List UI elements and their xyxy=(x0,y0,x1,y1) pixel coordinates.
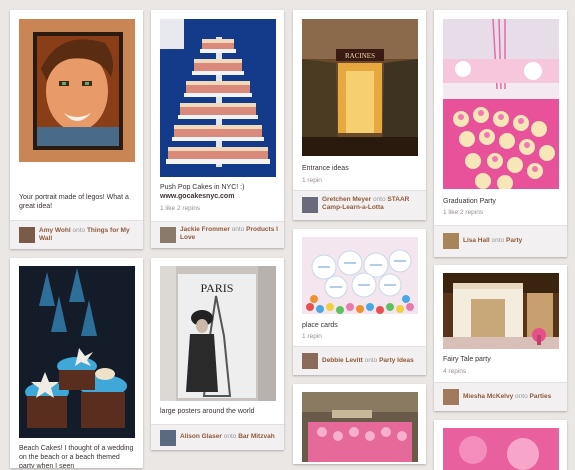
paris-poster-text: PARIS xyxy=(201,281,234,295)
pin-description: place cards xyxy=(302,322,338,329)
onto-label: onto xyxy=(223,433,237,440)
pin-image[interactable] xyxy=(443,273,559,349)
pin-stats: 1 repin xyxy=(302,333,322,340)
pinner-name[interactable]: Alison Glaser xyxy=(180,433,222,440)
entrance-image: RACINES xyxy=(302,19,418,156)
pin-description: large posters around the world xyxy=(160,408,255,415)
pin-image[interactable] xyxy=(302,392,418,462)
beach-cupcakes-image xyxy=(19,266,135,438)
pin-image[interactable]: PARIS xyxy=(160,266,276,401)
pin-stats: 1 like 2 repins xyxy=(443,209,484,216)
candy-place-cards-image xyxy=(302,237,418,314)
pin-description: Beach Cakes! I thought of a wedding on t… xyxy=(19,445,134,468)
pink-flowers-image xyxy=(443,428,559,470)
pin-image[interactable] xyxy=(19,266,135,438)
avatar[interactable] xyxy=(443,389,459,405)
pin-card[interactable]: Your portrait made of legos! What a grea… xyxy=(10,10,143,249)
onto-label: onto xyxy=(491,237,505,244)
pin-description: Graduation Party xyxy=(443,198,496,205)
pin-attribution[interactable]: Miesha McKelvy onto Parties xyxy=(434,382,567,411)
onto-label: onto xyxy=(515,393,528,400)
pin-card[interactable]: Beach Cakes! I thought of a wedding on t… xyxy=(10,258,143,468)
pin-attribution[interactable]: Amy Wohl onto Things for My Wall xyxy=(10,220,143,249)
onto-label: onto xyxy=(372,196,386,203)
pin-description: Entrance ideas xyxy=(302,165,349,172)
board-name[interactable]: Parties xyxy=(530,393,552,400)
pinner-name[interactable]: Lisa Hall xyxy=(463,237,490,244)
avatar[interactable] xyxy=(302,197,318,213)
pin-stats: 4 repins xyxy=(443,368,467,375)
avatar[interactable] xyxy=(443,233,459,249)
pin-image[interactable]: RACINES xyxy=(302,19,418,156)
pin-image[interactable] xyxy=(302,237,418,314)
onto-label: onto xyxy=(364,357,378,364)
pin-image[interactable] xyxy=(443,19,559,189)
pin-card[interactable]: Push Pop Cakes in NYC! :) www.gocakesnyc… xyxy=(151,10,284,248)
lego-portrait-image xyxy=(19,19,135,162)
pin-description: Your portrait made of legos! What a grea… xyxy=(19,194,129,210)
pin-attribution[interactable]: Jackie Frommer onto Products I Love xyxy=(151,221,284,248)
pin-card[interactable]: RACINES Entrance ideas 1 repin Gretchen … xyxy=(293,10,426,220)
pin-stats: 1 like 2 repins xyxy=(160,205,201,212)
cake-tower-image xyxy=(160,19,276,177)
fairy-tale-party-image xyxy=(443,273,559,349)
avatar[interactable] xyxy=(160,227,176,243)
pinner-name[interactable]: Jackie Frommer xyxy=(180,226,230,233)
pin-card[interactable] xyxy=(293,384,426,464)
board-name[interactable]: Party Ideas xyxy=(379,357,414,364)
onto-label: onto xyxy=(231,226,245,233)
pinner-name[interactable]: Gretchen Meyer xyxy=(322,196,371,203)
pin-card[interactable]: PARIS large posters around the world Ali… xyxy=(151,258,284,450)
pin-description: Fairy Tale party xyxy=(443,356,491,363)
pink-table-image xyxy=(302,392,418,462)
pin-stats: 1 repin xyxy=(302,177,322,184)
pinner-name[interactable]: Miesha McKelvy xyxy=(463,393,513,400)
board-name[interactable]: Bar Mitzvah xyxy=(238,433,274,440)
pin-image[interactable] xyxy=(19,19,135,162)
paris-poster-image: PARIS xyxy=(160,266,276,401)
pin-attribution[interactable]: Lisa Hall onto Party xyxy=(434,225,567,257)
pinner-name[interactable]: Amy Wohl xyxy=(39,227,71,234)
pin-attribution[interactable]: Debbie Levitt onto Party Ideas xyxy=(293,346,426,375)
avatar[interactable] xyxy=(160,430,176,446)
pin-url[interactable]: www.gocakesnyc.com xyxy=(160,192,276,201)
onto-label: onto xyxy=(72,227,86,234)
board-name[interactable]: Party xyxy=(506,237,522,244)
pin-image[interactable] xyxy=(160,19,276,177)
avatar[interactable] xyxy=(19,227,35,243)
graduation-party-image xyxy=(443,19,559,189)
pin-card[interactable]: Fairy Tale party 4 repins Miesha McKelvy… xyxy=(434,265,567,411)
pin-attribution[interactable]: Gretchen Meyer onto STAAR Camp-Learn-a-L… xyxy=(293,190,426,220)
pin-card[interactable]: Graduation Party 1 like 2 repins Lisa Ha… xyxy=(434,10,567,257)
pin-card[interactable]: place cards 1 repin Debbie Levitt onto P… xyxy=(293,229,426,375)
avatar[interactable] xyxy=(302,353,318,369)
pin-image[interactable] xyxy=(443,428,559,470)
pinner-name[interactable]: Debbie Levitt xyxy=(322,357,363,364)
entrance-sign: RACINES xyxy=(345,52,375,60)
pin-description: Push Pop Cakes in NYC! :) www.gocakesnyc… xyxy=(160,183,276,201)
pin-attribution[interactable]: Alison Glaser onto Bar Mitzvah xyxy=(151,424,284,450)
pin-card[interactable] xyxy=(434,420,567,470)
